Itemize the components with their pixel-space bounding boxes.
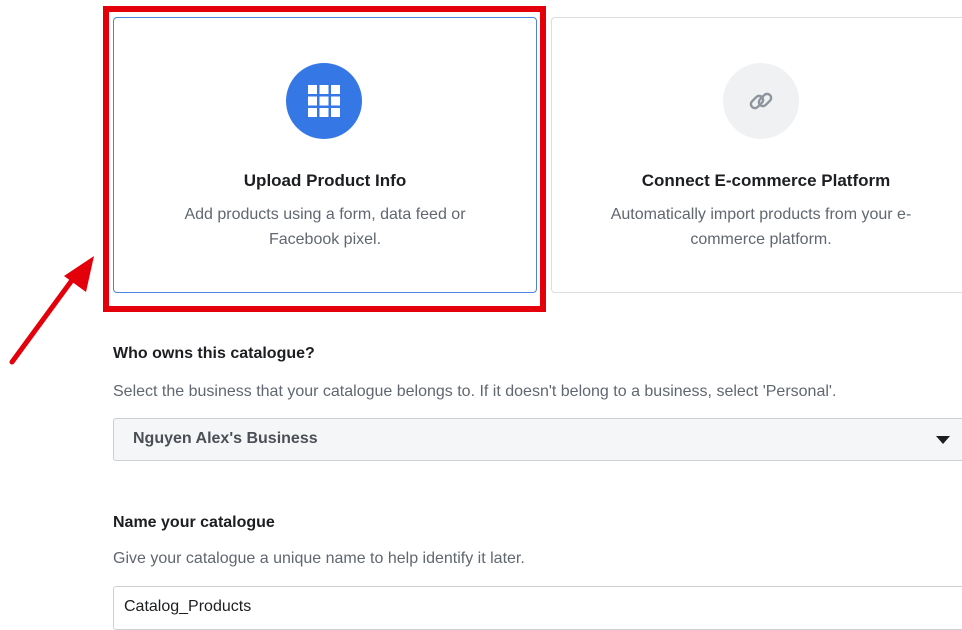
card-description: Add products using a form, data feed or … [184,206,466,248]
catalogue-name-value: Catalog_Products [124,598,252,615]
owner-section-description: Select the business that your catalogue … [113,383,837,400]
caret-down-icon [936,436,950,444]
upload-product-info-card[interactable]: Upload Product Info Add products using a… [113,17,537,293]
business-select[interactable]: Nguyen Alex's Business [113,418,962,461]
link-icon [723,63,799,139]
card-title: Upload Product Info [243,171,407,190]
card-description: Automatically import products from your … [610,206,912,248]
business-select-value: Nguyen Alex's Business [133,430,318,447]
connect-ecommerce-platform-card[interactable]: Connect E-commerce Platform Automaticall… [551,17,962,293]
owner-section-title: Who owns this catalogue? [113,345,315,362]
name-section-title: Name your catalogue [113,514,275,531]
card-title: Connect E-commerce Platform [641,171,891,190]
name-section-description: Give your catalogue a unique name to hel… [113,550,525,567]
catalogue-name-input[interactable]: Catalog_Products [113,586,962,630]
red-arrow-annotation [9,256,94,365]
grid-icon [286,63,362,139]
